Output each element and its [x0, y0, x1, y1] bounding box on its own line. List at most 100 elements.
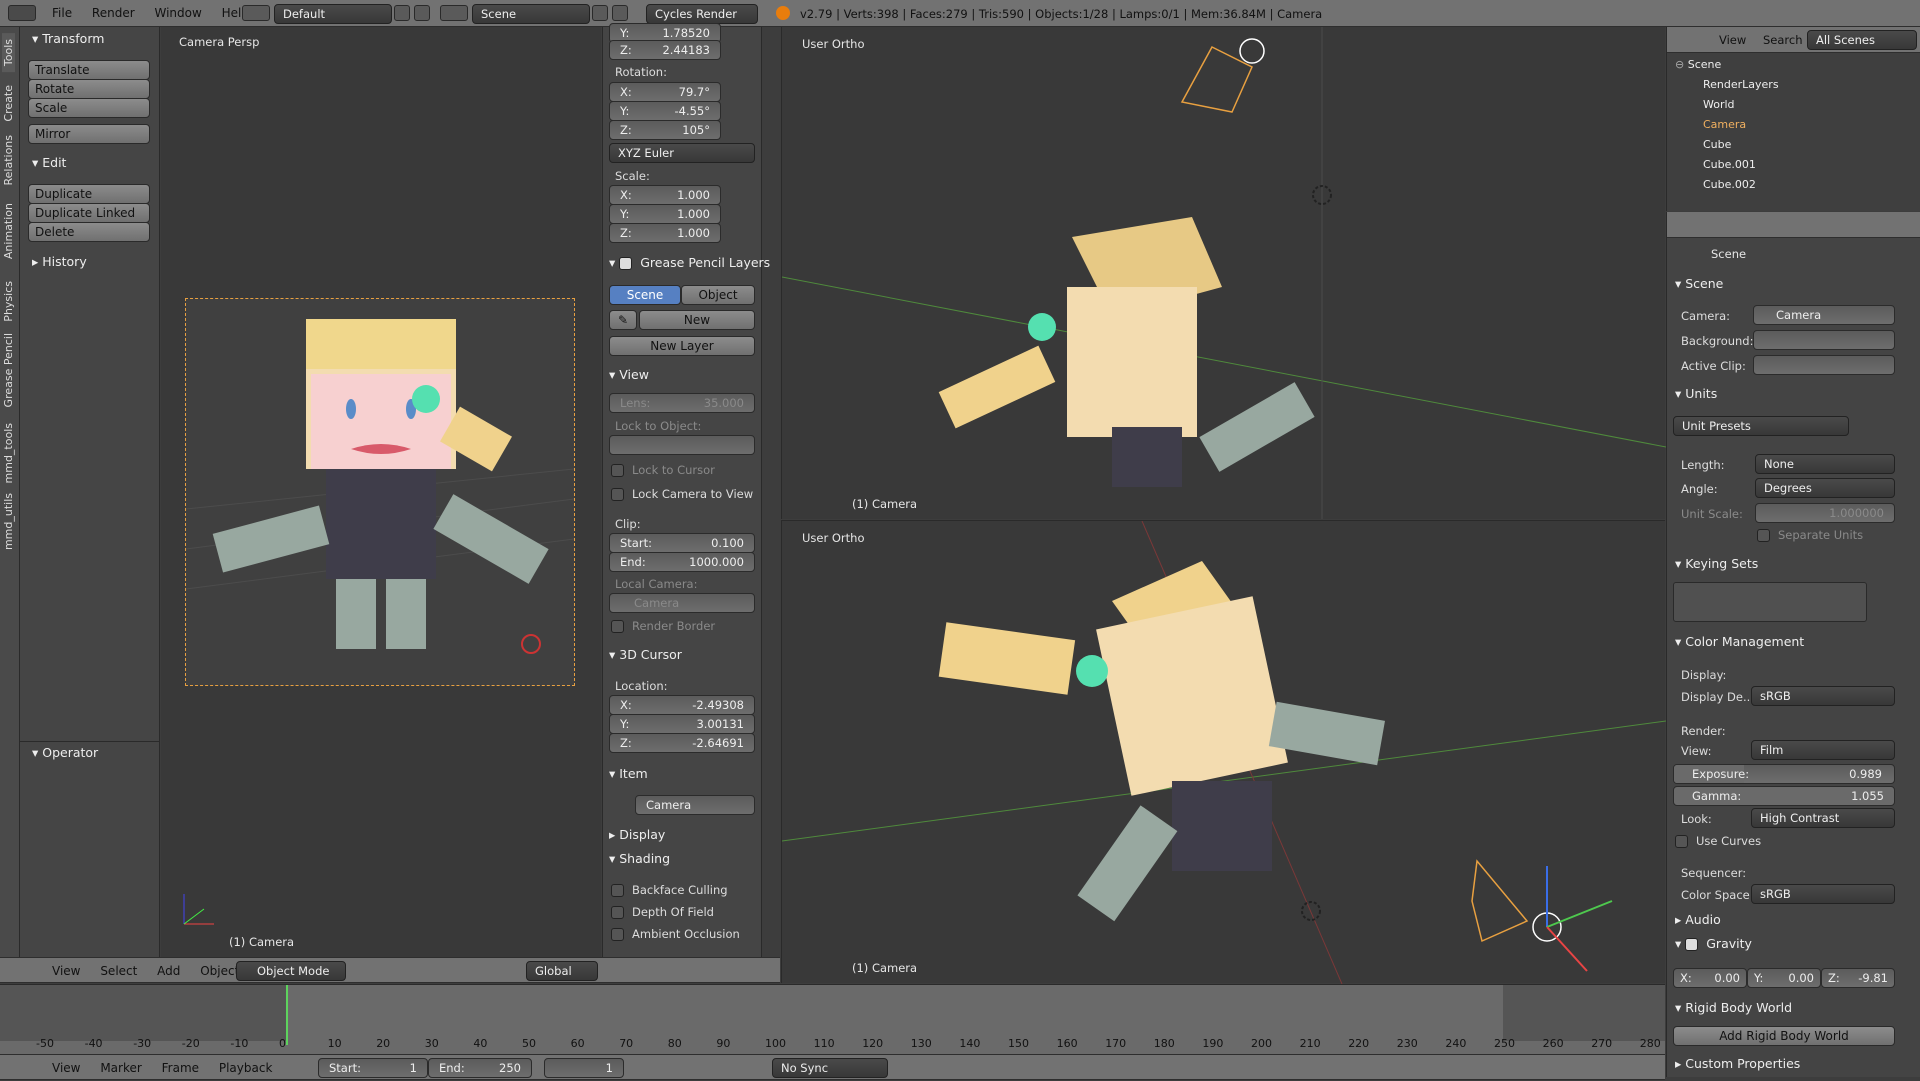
outliner-item-world[interactable]: World — [1675, 95, 1779, 115]
units-panel-header[interactable]: ▾ Units — [1675, 384, 1717, 404]
remove-layout-icon[interactable] — [414, 5, 430, 21]
mirror-button[interactable]: Mirror — [28, 124, 150, 144]
rotation-mode-select[interactable]: XYZ Euler — [609, 143, 755, 163]
gravity-y-field[interactable]: Y: 0.00 — [1747, 968, 1821, 988]
keying-sets-list[interactable] — [1673, 582, 1867, 622]
custom-properties-header[interactable]: ▸ Custom Properties — [1675, 1054, 1800, 1074]
scale-z-field[interactable]: Z: 1.000 — [609, 223, 721, 243]
outliner-item-cube[interactable]: Cube — [1675, 135, 1779, 155]
current-frame-field[interactable]: 1 — [544, 1058, 624, 1078]
outliner-scope-select[interactable]: All Scenes — [1807, 30, 1917, 50]
display-panel-header[interactable]: ▸ Display — [609, 825, 665, 845]
angle-select[interactable]: Degrees — [1755, 478, 1895, 498]
timeline-playhead[interactable] — [286, 985, 288, 1045]
ao-checkbox[interactable]: Ambient Occlusion — [611, 927, 740, 941]
unit-scale-field[interactable]: 1.000000 — [1755, 503, 1895, 523]
rotation-x-field[interactable]: X: 79.7° — [609, 82, 721, 102]
frame-start-field[interactable]: Start: 1 — [318, 1058, 428, 1078]
clip-end-field[interactable]: End: 1000.000 — [609, 552, 755, 572]
menu-add[interactable]: Add — [149, 958, 188, 984]
translate-button[interactable]: Translate — [28, 60, 150, 80]
keying-sets-header[interactable]: ▾ Keying Sets — [1675, 554, 1758, 574]
lens-field[interactable]: Lens: 35.000 — [609, 393, 755, 413]
tab-physics[interactable]: Physics — [2, 275, 15, 328]
display-device-select[interactable]: sRGB — [1751, 686, 1895, 706]
outliner-item-renderlayers[interactable]: RenderLayers — [1675, 75, 1779, 95]
menu-file[interactable]: File — [44, 0, 80, 26]
timeline-menu-playback[interactable]: Playback — [211, 1055, 281, 1081]
layout-icon[interactable] — [242, 5, 270, 21]
render-engine-selector[interactable]: Cycles Render — [646, 4, 758, 24]
view-transform-select[interactable]: Film — [1751, 740, 1895, 760]
transform-panel-header[interactable]: ▾ Transform — [32, 29, 104, 49]
gravity-z-field[interactable]: Z: -9.81 — [1821, 968, 1895, 988]
dof-checkbox[interactable]: Depth Of Field — [611, 905, 714, 919]
view-panel-header[interactable]: ▾ View — [609, 365, 649, 385]
top-ortho-viewport[interactable]: User Ortho (1) Camera — [781, 27, 1666, 519]
sync-mode-select[interactable]: No Sync — [772, 1058, 888, 1078]
scale-button[interactable]: Scale — [28, 98, 150, 118]
rigid-body-world-header[interactable]: ▾ Rigid Body World — [1675, 998, 1792, 1018]
outliner-menu-view[interactable]: View — [1719, 33, 1746, 47]
scene-camera-field[interactable]: Camera — [1753, 305, 1895, 325]
lock-camera-checkbox[interactable]: Lock Camera to View — [611, 487, 753, 501]
color-management-header[interactable]: ▾ Color Management — [1675, 632, 1804, 652]
location-z-field[interactable]: Z: 2.44183 — [609, 40, 721, 60]
menu-select[interactable]: Select — [92, 958, 145, 984]
separate-units-checkbox[interactable]: Separate Units — [1757, 528, 1863, 542]
render-border-checkbox[interactable]: Render Border — [611, 619, 715, 633]
active-clip-field[interactable] — [1753, 355, 1895, 375]
rotation-z-field[interactable]: Z: 105° — [609, 120, 721, 140]
scale-y-field[interactable]: Y: 1.000 — [609, 204, 721, 224]
timeline[interactable]: -50 -40 -30 -20 -10 0 10 20 30 40 50 60 70 80 90 100 110… — [0, 984, 1665, 1054]
tab-mmd-utils[interactable]: mmd_utils — [2, 487, 15, 556]
tab-tools[interactable]: Tools — [2, 33, 15, 73]
bottom-ortho-viewport[interactable]: User Ortho (1) Camera — [781, 520, 1666, 984]
item-panel-header[interactable]: ▾ Item — [609, 764, 648, 784]
cursor-z-field[interactable]: Z: -2.64691 — [609, 733, 755, 753]
tab-grease-pencil[interactable]: Grease Pencil — [2, 327, 15, 413]
gravity-panel-header[interactable]: ▾ Gravity — [1675, 934, 1752, 954]
frame-end-field[interactable]: End: 250 — [428, 1058, 532, 1078]
audio-panel-header[interactable]: ▸ Audio — [1675, 910, 1721, 930]
use-curves-checkbox[interactable]: Use Curves — [1675, 834, 1761, 848]
timeline-menu-view[interactable]: View — [44, 1055, 88, 1081]
mode-select[interactable]: Object Mode — [236, 961, 346, 981]
add-rigid-body-world-button[interactable]: Add Rigid Body World — [1673, 1026, 1895, 1046]
color-space-select[interactable]: sRGB — [1751, 884, 1895, 904]
delete-button[interactable]: Delete — [28, 222, 150, 242]
editor-type-icon[interactable] — [8, 5, 36, 21]
backface-checkbox[interactable]: Backface Culling — [611, 883, 728, 897]
add-layout-icon[interactable] — [394, 5, 410, 21]
cursor-panel-header[interactable]: ▾ 3D Cursor — [609, 645, 682, 665]
lock-cursor-checkbox[interactable]: Lock to Cursor — [611, 463, 715, 477]
scale-x-field[interactable]: X: 1.000 — [609, 185, 721, 205]
tab-animation[interactable]: Animation — [2, 197, 15, 265]
tab-create[interactable]: Create — [2, 79, 15, 128]
menu-window[interactable]: Window — [146, 0, 209, 26]
history-panel-header[interactable]: ▸ History — [32, 252, 87, 272]
scene-icon[interactable] — [440, 5, 468, 21]
length-select[interactable]: None — [1755, 454, 1895, 474]
unit-presets-select[interactable]: Unit Presets — [1673, 416, 1849, 436]
gp-scene-tab[interactable]: Scene — [609, 285, 681, 305]
rotation-y-field[interactable]: Y: -4.55° — [609, 101, 721, 121]
scene-panel-header[interactable]: ▾ Scene — [1675, 274, 1723, 294]
clip-start-field[interactable]: Start: 0.100 — [609, 533, 755, 553]
orientation-select[interactable]: Global — [526, 961, 598, 981]
outliner-item-scene[interactable]: ⊖ Scene — [1675, 55, 1779, 75]
timeline-menu-marker[interactable]: Marker — [92, 1055, 149, 1081]
exposure-slider[interactable]: Exposure: 0.989 — [1673, 764, 1895, 784]
rotate-button[interactable]: Rotate — [28, 79, 150, 99]
edit-panel-header[interactable]: ▾ Edit — [32, 153, 66, 173]
gp-object-tab[interactable]: Object — [681, 285, 755, 305]
shading-panel-header[interactable]: ▾ Shading — [609, 849, 670, 869]
gp-pencil-icon[interactable]: ✎ — [609, 310, 637, 330]
look-select[interactable]: High Contrast — [1751, 808, 1895, 828]
outliner-item-cube002[interactable]: Cube.002 — [1675, 175, 1779, 195]
tab-mmd-tools[interactable]: mmd_tools — [2, 417, 15, 489]
gravity-x-field[interactable]: X: 0.00 — [1673, 968, 1747, 988]
background-field[interactable] — [1753, 330, 1895, 350]
outliner-item-camera[interactable]: Camera — [1675, 115, 1779, 135]
cursor-x-field[interactable]: X: -2.49308 — [609, 695, 755, 715]
